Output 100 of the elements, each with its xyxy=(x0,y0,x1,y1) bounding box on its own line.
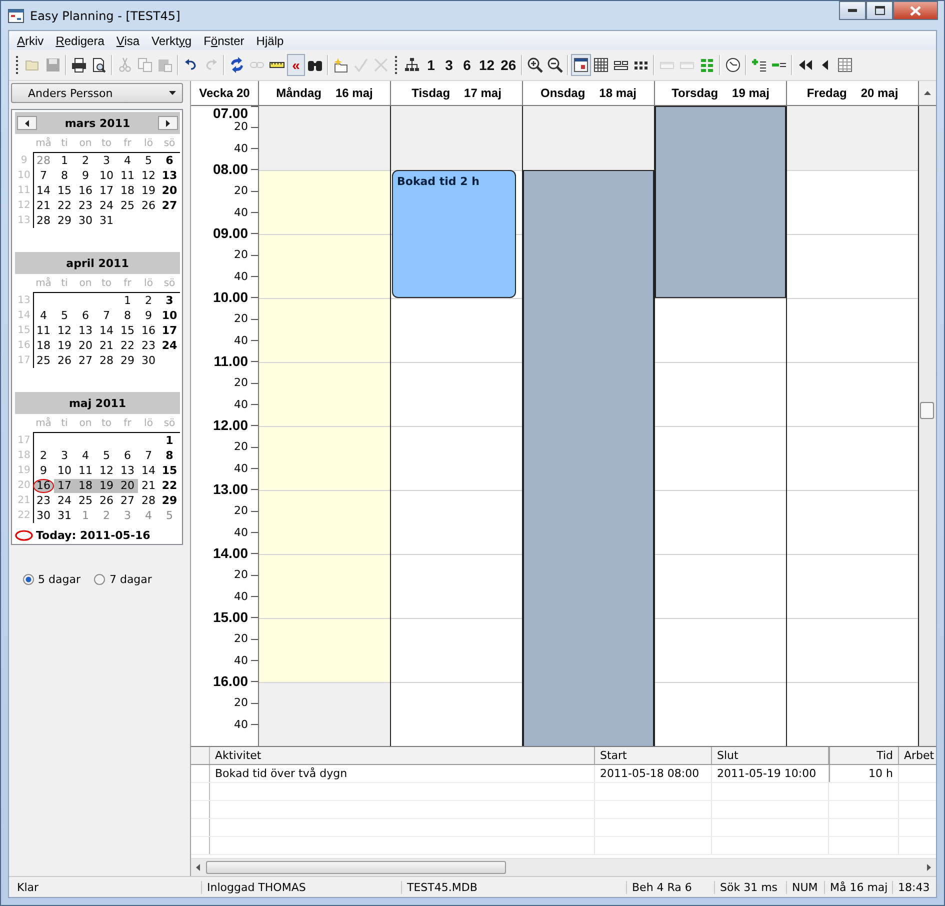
calendar-day[interactable]: 20 xyxy=(117,478,138,492)
scroll-up-icon[interactable] xyxy=(924,91,931,95)
calendar-day[interactable]: 18 xyxy=(33,338,54,352)
calendar-day[interactable]: 10 xyxy=(54,464,75,478)
calendar-day[interactable]: 22 xyxy=(117,338,138,352)
calendar-day[interactable]: 6 xyxy=(75,308,96,322)
previous-month-button[interactable] xyxy=(16,116,37,130)
calendar-day[interactable]: 20 xyxy=(159,184,180,198)
calendar-day[interactable]: 3 xyxy=(96,154,117,168)
column-header[interactable]: Start xyxy=(595,747,712,764)
calendar-day[interactable]: 19 xyxy=(54,338,75,352)
user-dropdown[interactable]: Anders Persson xyxy=(11,83,183,103)
calendar-day[interactable]: 3 xyxy=(54,448,75,462)
today-label[interactable]: Today: 2011-05-16 xyxy=(36,528,150,542)
day-count-radio[interactable]: 7 dagar xyxy=(94,573,152,586)
calendar-day[interactable]: 29 xyxy=(117,354,138,368)
calendar-day[interactable]: 18 xyxy=(117,184,138,198)
calendar-day[interactable]: 6 xyxy=(159,154,180,168)
calendar-day[interactable]: 27 xyxy=(159,198,180,212)
menu-item[interactable]: Redigera xyxy=(50,34,110,48)
menu-item[interactable]: Fönster xyxy=(198,34,250,48)
calendar-day[interactable]: 11 xyxy=(75,464,96,478)
minimize-button[interactable] xyxy=(839,1,866,20)
calendar-day[interactable]: 8 xyxy=(54,168,75,182)
calendar-day[interactable]: 3 xyxy=(117,508,138,522)
calendar-day[interactable]: 12 xyxy=(138,168,159,182)
calendar-day[interactable]: 5 xyxy=(96,448,117,462)
calendar-day[interactable]: 25 xyxy=(117,198,138,212)
calendar-day[interactable]: 1 xyxy=(75,508,96,522)
toolbar-button[interactable]: 6 xyxy=(458,54,476,76)
menu-item[interactable]: Hjälp xyxy=(250,34,290,48)
calendar-day[interactable]: 4 xyxy=(75,448,96,462)
calendar-day[interactable]: 17 xyxy=(96,184,117,198)
calendar-day[interactable]: 2 xyxy=(138,294,159,308)
calendar-day[interactable]: 10 xyxy=(159,308,180,322)
calendar-day[interactable]: 25 xyxy=(75,494,96,508)
calendar-day[interactable]: 21 xyxy=(96,338,117,352)
toolbar-button[interactable]: 3 xyxy=(440,54,458,76)
calendar-day[interactable]: 28 xyxy=(96,354,117,368)
calendar-day[interactable]: 17 xyxy=(159,324,180,338)
calendar-day[interactable]: 8 xyxy=(117,308,138,322)
calendar-day[interactable]: 23 xyxy=(75,198,96,212)
booking-block[interactable] xyxy=(655,106,786,298)
calendar-day[interactable]: 24 xyxy=(54,494,75,508)
column-header[interactable]: Tid xyxy=(829,747,899,764)
calendar-day[interactable]: 27 xyxy=(75,354,96,368)
calendar-day[interactable]: 13 xyxy=(159,168,180,182)
column-header[interactable]: Arbet xyxy=(899,747,936,764)
scroll-right-icon[interactable] xyxy=(927,864,931,871)
calendar-day[interactable]: 29 xyxy=(159,494,180,508)
calendar-day[interactable]: 23 xyxy=(33,494,54,508)
calendar-day[interactable]: 30 xyxy=(75,214,96,228)
next-month-button[interactable] xyxy=(158,116,178,130)
booking-block[interactable]: Bokad tid 2 h xyxy=(392,170,516,298)
toolbar-grip-icon[interactable] xyxy=(16,56,19,74)
menu-item[interactable]: Visa xyxy=(110,34,146,48)
close-button[interactable] xyxy=(893,1,938,20)
calendar-day[interactable]: 27 xyxy=(117,494,138,508)
calendar-day[interactable]: 19 xyxy=(138,184,159,198)
calendar-day[interactable]: 18 xyxy=(75,478,96,492)
scroll-left-icon[interactable] xyxy=(196,864,200,871)
maximize-button[interactable] xyxy=(866,1,893,20)
toolbar-button[interactable]: 12 xyxy=(476,54,498,76)
calendar-day[interactable]: 12 xyxy=(54,324,75,338)
calendar-day[interactable]: 21 xyxy=(138,478,159,492)
calendar-day[interactable]: 25 xyxy=(33,354,54,368)
calendar-day[interactable]: 2 xyxy=(96,508,117,522)
calendar-day[interactable]: 4 xyxy=(117,154,138,168)
calendar-day[interactable]: 16 xyxy=(33,478,54,492)
calendar-day[interactable]: 4 xyxy=(33,308,54,322)
calendar-day[interactable]: 22 xyxy=(159,478,180,492)
calendar-day[interactable]: 10 xyxy=(96,168,117,182)
calendar-day[interactable]: 7 xyxy=(138,448,159,462)
calendar-day[interactable]: 21 xyxy=(33,198,54,212)
calendar-day[interactable]: 11 xyxy=(33,324,54,338)
toolbar-button[interactable]: « xyxy=(287,54,305,76)
calendar-day[interactable]: 23 xyxy=(138,338,159,352)
calendar-day[interactable]: 28 xyxy=(33,154,54,168)
calendar-day[interactable]: 3 xyxy=(159,294,180,308)
calendar-day[interactable]: 9 xyxy=(138,308,159,322)
calendar-day[interactable]: 7 xyxy=(96,308,117,322)
toolbar-button[interactable]: 26 xyxy=(498,54,520,76)
calendar-day[interactable]: 2 xyxy=(75,154,96,168)
calendar-day[interactable]: 15 xyxy=(117,324,138,338)
calendar-day[interactable]: 26 xyxy=(54,354,75,368)
calendar-day[interactable]: 1 xyxy=(54,154,75,168)
calendar-day[interactable]: 13 xyxy=(117,464,138,478)
calendar-day[interactable]: 5 xyxy=(159,508,180,522)
calendar-day[interactable]: 5 xyxy=(54,308,75,322)
calendar-day[interactable]: 31 xyxy=(96,214,117,228)
day-count-radio[interactable]: 5 dagar xyxy=(23,573,80,586)
calendar-day[interactable]: 11 xyxy=(117,168,138,182)
calendar-day[interactable]: 28 xyxy=(33,214,54,228)
calendar-day[interactable]: 6 xyxy=(117,448,138,462)
calendar-day[interactable]: 4 xyxy=(138,508,159,522)
calendar-day[interactable]: 15 xyxy=(159,464,180,478)
calendar-day[interactable]: 14 xyxy=(138,464,159,478)
menu-item[interactable]: Verktyg xyxy=(146,34,198,48)
calendar-day[interactable]: 20 xyxy=(75,338,96,352)
calendar-day[interactable]: 29 xyxy=(54,214,75,228)
